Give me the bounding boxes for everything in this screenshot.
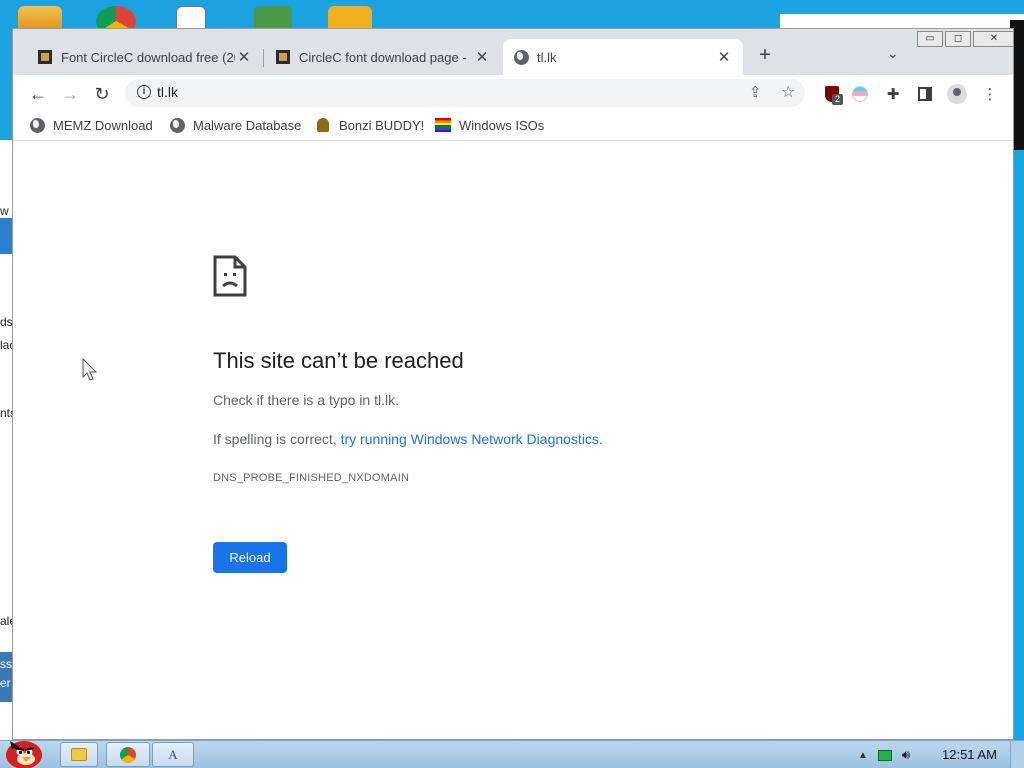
bookmark-star-icon[interactable]: ☆	[781, 82, 795, 102]
close-tab-icon[interactable]: ✕	[715, 48, 733, 66]
sad-page-icon	[213, 255, 247, 297]
font-viewer-icon: A	[168, 746, 178, 762]
error-code: DNS_PROBE_FINISHED_NXDOMAIN	[213, 472, 410, 484]
tab-title: Font CircleC download free (20	[61, 49, 235, 65]
extension-flag-icon[interactable]	[849, 83, 871, 105]
battery-icon[interactable]	[877, 749, 892, 761]
close-window-button[interactable]: ✕	[973, 31, 1013, 47]
back-arrow-icon[interactable]: ←	[27, 83, 49, 105]
error-page: This site can’t be reached Check if ther…	[13, 142, 1013, 739]
site-favicon-icon	[275, 49, 291, 65]
bookmark-bonzi-buddy[interactable]: Bonzi BUDDY!	[315, 117, 424, 133]
share-icon[interactable]: ⇪	[749, 83, 762, 101]
close-tab-icon[interactable]: ✕	[235, 48, 253, 66]
folder-icon	[71, 748, 87, 761]
new-tab-button[interactable]: +	[753, 43, 777, 67]
address-bar[interactable]: i tl.lk ⇪ ☆	[125, 79, 805, 107]
ublock-badge: 2	[832, 94, 843, 105]
address-bar-url[interactable]: tl.lk	[157, 84, 178, 100]
toolbar: ← → ↻ i tl.lk ⇪ ☆ 2 ✚ ⋮	[13, 75, 1013, 113]
rainbow-flag-icon	[435, 117, 451, 133]
tab-font-circlec-download[interactable]: Font CircleC download free (20 ✕	[27, 39, 263, 75]
bookmark-label: MEMZ Download	[53, 117, 153, 133]
error-typo-hint: Check if there is a typo in tl.lk.	[213, 392, 399, 408]
globe-icon	[169, 117, 185, 133]
mouse-cursor-icon	[82, 358, 98, 381]
tab-search-chevron-icon[interactable]: ⌄	[887, 45, 899, 62]
menu-kebab-icon[interactable]: ⋮	[979, 83, 1001, 105]
start-button-angry-bird-icon[interactable]	[2, 735, 46, 768]
taskbar: A ▲ 🔊︎ 12:51 AM	[0, 740, 1024, 768]
show-hidden-icons-icon[interactable]: ▲	[858, 750, 868, 761]
tab-tl-lk[interactable]: tl.lk ✕	[503, 39, 743, 75]
diagnostics-prefix: If spelling is correct,	[213, 431, 341, 447]
forward-arrow-icon[interactable]: →	[59, 83, 81, 105]
bookmark-label: Malware Database	[193, 117, 302, 133]
taskbar-explorer-button[interactable]	[60, 742, 98, 767]
bookmark-malware-database[interactable]: Malware Database	[169, 117, 301, 133]
diagnostics-suffix: .	[598, 431, 603, 447]
maximize-button[interactable]: ◻	[945, 31, 971, 47]
browser-window: ▭ ◻ ✕ Font CircleC download free (20 ✕ C…	[12, 28, 1014, 740]
bookmarks-bar: MEMZ Download Malware Database Bonzi BUD…	[13, 113, 1013, 141]
reload-icon[interactable]: ↻	[91, 83, 113, 105]
globe-icon	[513, 49, 529, 65]
site-favicon-icon	[37, 49, 53, 65]
show-desktop-button[interactable]	[1010, 741, 1024, 768]
background-text-fragment: ss	[0, 657, 12, 671]
bonzi-icon	[315, 117, 331, 133]
tab-separator	[263, 49, 264, 67]
error-diagnostics-hint: If spelling is correct, try running Wind…	[213, 431, 603, 447]
site-info-icon[interactable]: i	[137, 85, 151, 99]
bookmark-label: Bonzi BUDDY!	[339, 117, 425, 133]
side-panel-icon[interactable]	[914, 83, 936, 105]
bookmark-label: Windows ISOs	[459, 117, 545, 133]
reload-button[interactable]: Reload	[213, 542, 287, 573]
background-text-fragment: ds	[0, 315, 13, 329]
chrome-icon	[120, 746, 136, 763]
bookmark-memz-download[interactable]: MEMZ Download	[29, 117, 153, 133]
system-tray: ▲ 🔊︎	[858, 747, 910, 763]
globe-icon	[29, 117, 45, 133]
error-title: This site can’t be reached	[213, 348, 464, 373]
volume-icon[interactable]: 🔊︎	[902, 747, 910, 763]
profile-avatar-icon[interactable]	[946, 83, 968, 105]
tab-strip: ▭ ◻ ✕ Font CircleC download free (20 ✕ C…	[13, 29, 1013, 75]
extensions-puzzle-icon[interactable]: ✚	[882, 83, 904, 105]
background-text-fragment: er	[0, 676, 11, 690]
taskbar-chrome-button[interactable]	[106, 742, 150, 767]
close-tab-icon[interactable]: ✕	[473, 48, 491, 66]
ublock-origin-icon[interactable]: 2	[821, 83, 843, 105]
taskbar-font-viewer-button[interactable]: A	[152, 742, 194, 767]
bookmark-windows-isos[interactable]: Windows ISOs	[435, 117, 544, 133]
tab-title: tl.lk	[537, 49, 557, 65]
tab-circlec-font-page[interactable]: CircleC font download page - ✕	[265, 39, 501, 75]
taskbar-clock[interactable]: 12:51 AM	[942, 747, 997, 762]
window-controls: ▭ ◻ ✕	[917, 31, 1013, 47]
minimize-button[interactable]: ▭	[917, 31, 943, 47]
background-text-fragment: w	[0, 204, 9, 218]
tab-title: CircleC font download page -	[299, 49, 467, 65]
network-diagnostics-link[interactable]: try running Windows Network Diagnostics	[341, 431, 599, 447]
